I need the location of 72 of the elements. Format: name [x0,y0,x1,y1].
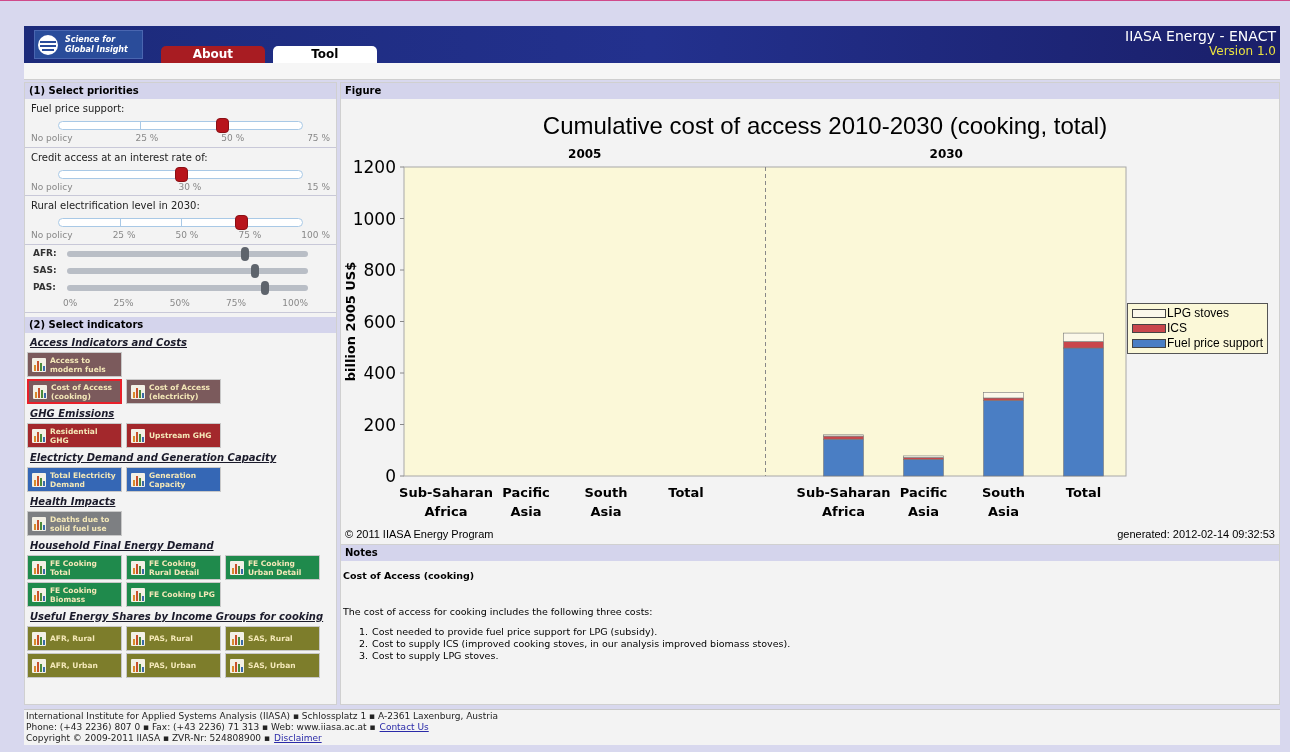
region-label: SAS: [33,263,58,277]
category-label: Total [1065,485,1102,500]
list-item-text: Cost to supply LPG stoves. [372,649,499,662]
scale-label: 0% [63,296,78,310]
y-tick-label: 600 [363,311,396,332]
version-label: Version 1.0 [1208,44,1276,58]
notes-title: Cost of Access (cooking) [343,569,476,583]
list-item-text: Cost needed to provide fuel price support for LPG (subsidy). [372,625,658,638]
footer-text: International Institute for Applied Systems Analysis (IIASA) ▪ Schlossplatz 1 ▪ A-2361 Laxenburg, Austria [26,711,498,722]
y-tick-label: 0 [385,466,396,486]
region-label: PAS: [33,280,57,294]
category-label: South Asia [584,485,628,519]
footer-text: Phone: (+43 2236) 807 0 ▪ Fax: (+43 2236) 71 313 ▪ Web: www.iiasa.ac.at ▪ [26,722,376,733]
legend-label: Fuel price support [1167,336,1264,351]
panel-title: 2030 [929,147,963,161]
list-number: 3. [359,649,369,662]
app-title: IIASA Energy - ENACT [1125,28,1276,44]
legend-label: LPG stoves [1167,306,1230,321]
copyright-note: © 2011 IIASA Energy Program [345,526,494,542]
category-label: Total [668,485,704,500]
tick-label: 100 % [301,229,330,242]
category-label: South Asia [982,485,1025,519]
tick-label: 75 % [307,132,330,145]
y-tick-label: 1200 [352,157,396,177]
tick-label: 25 % [135,132,159,145]
y-axis-label: billion 2005 US$ [343,261,358,382]
panel-header: Figure [341,83,1279,99]
panel-title: 2005 [568,147,602,161]
slider-label: Rural electrification level in 2030: [31,199,201,213]
tick-label: 50 % [175,229,199,242]
group-heading: GHG Emissions [30,407,116,421]
legend-label: ICS [1167,321,1187,336]
tick-label: 15 % [307,180,330,194]
group-heading: Useful Energy Shares by Income Groups for cooking [30,610,325,624]
group-heading: Health Impacts [30,495,117,509]
panel-header: Notes [341,545,1279,561]
list-item-text: Cost to supply ICS (improved cooking stoves, in our analysis improved biomass stoves). [372,637,791,650]
list-number: 1. [359,625,369,638]
category-label: Sub-Saharan Africa [399,485,493,519]
group-heading: Electricty Demand and Generation Capacity [30,451,278,465]
category-label: Pacific Asia [899,485,948,519]
slider-label: Credit access at an interest rate of: [31,150,209,165]
y-tick-label: 400 [363,363,396,383]
region-label: AFR: [33,246,58,260]
logo-text: Science for [65,34,117,45]
tick-label: No policy [31,132,73,145]
category-label: Sub-Saharan Africa [796,485,891,519]
scale-label: 75% [226,296,247,310]
notes-text: The cost of access for cooking includes the following three costs: [343,605,654,620]
footer-text: Copyright © 2009-2011 IIASA ▪ ZVR-Nr: 524808900 ▪ [26,733,271,744]
tick-label: No policy [31,229,73,242]
panel-header: (1) Select priorities [25,83,336,99]
scale-label: 50% [169,296,190,310]
group-heading: Access Indicators and Costs [30,336,188,350]
group-heading: Household Final Energy Demand [30,539,215,553]
tick-label: 30 % [178,180,202,194]
tick-label: 75 % [238,229,262,242]
scale-label: 25% [113,296,134,310]
tick-label: 25 % [112,229,136,242]
slider-label: Fuel price support: [31,102,126,116]
scale-label: 100% [282,296,308,310]
list-number: 2. [359,637,369,650]
tick-label: 50 % [221,132,245,145]
y-tick-label: 1000 [352,208,396,229]
y-tick-label: 200 [363,414,396,435]
y-tick-label: 800 [363,260,396,280]
category-label: Pacific Asia [502,485,550,519]
chart-title: Cumulative cost of access 2010-2030 (cooking, total) [541,111,1109,141]
panel-header: (2) Select indicators [25,317,336,333]
generated-timestamp: generated: 2012-02-14 09:32:53 [1117,526,1275,542]
tick-label: No policy [31,180,73,194]
logo-text: Global Insight [65,44,128,55]
